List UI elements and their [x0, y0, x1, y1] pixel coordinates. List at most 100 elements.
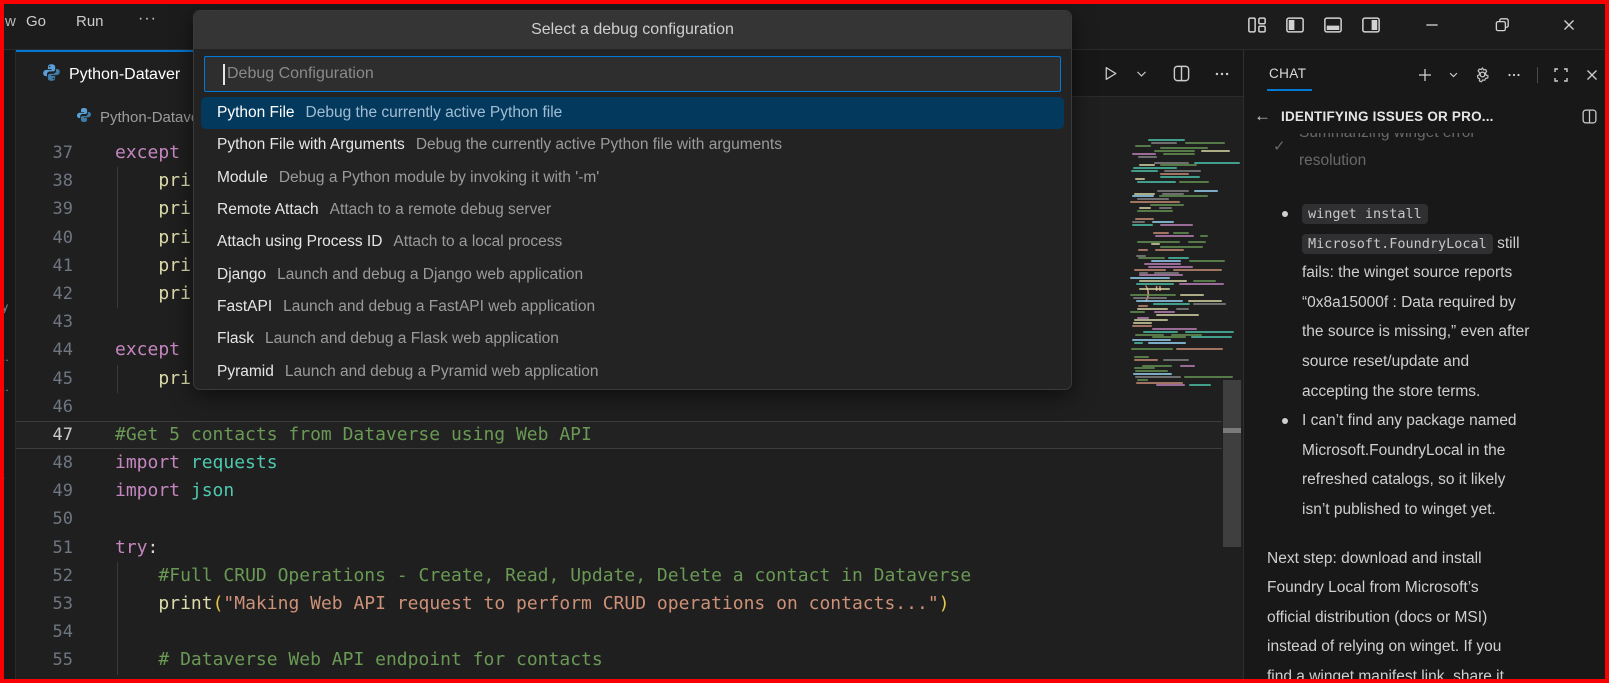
- scrollbar-slider[interactable]: [1223, 380, 1241, 547]
- toggle-panel-icon[interactable]: [1321, 13, 1345, 37]
- quickpick-list: Python FileDebug the currently active Py…: [194, 97, 1071, 388]
- code-line[interactable]: 47#Get 5 contacts from Dataverse using W…: [16, 421, 1128, 449]
- code-line[interactable]: 53print("Making Web API request to perfo…: [16, 590, 1128, 618]
- chat-text-line: isn’t published to winget yet.: [1302, 495, 1597, 525]
- minimap-line: [1185, 142, 1225, 144]
- minimap-line: [1176, 348, 1223, 350]
- minimap-line: [1133, 297, 1168, 299]
- minimap-line: [1153, 303, 1190, 305]
- quickpick-item[interactable]: ModuleDebug a Python module by invoking …: [201, 162, 1064, 194]
- quickpick-input[interactable]: Debug Configuration: [204, 56, 1061, 92]
- run-python-file-icon[interactable]: [1102, 65, 1119, 82]
- toggle-primary-sidebar-icon[interactable]: [1283, 13, 1307, 37]
- code-line[interactable]: 50: [16, 505, 1128, 533]
- line-number: 53: [16, 590, 73, 618]
- quickpick-item[interactable]: Remote AttachAttach to a remote debug se…: [201, 194, 1064, 226]
- new-chat-chevron-icon[interactable]: [1448, 69, 1459, 80]
- minimap-line: [1130, 277, 1170, 279]
- toggle-secondary-sidebar-icon[interactable]: [1359, 13, 1383, 37]
- code-line[interactable]: 46: [16, 393, 1128, 421]
- maximize-panel-icon[interactable]: [1553, 67, 1569, 83]
- chat-text-line: find a winget manifest link, share it: [1267, 662, 1597, 683]
- quickpick-item[interactable]: Python FileDebug the currently active Py…: [201, 97, 1064, 129]
- menu-run[interactable]: Run: [76, 13, 104, 30]
- quickpick-item[interactable]: Attach using Process IDAttach to a local…: [201, 226, 1064, 258]
- minimap-line: [1137, 317, 1149, 319]
- back-arrow-icon[interactable]: ←: [1254, 106, 1271, 126]
- code-line-text: pri: [73, 167, 191, 195]
- minimap-line: [1188, 300, 1222, 302]
- restore-window-icon[interactable]: [1490, 13, 1514, 37]
- quickpick-item-description: Launch and debug a Django web applicatio…: [277, 266, 583, 284]
- run-options-chevron-icon[interactable]: [1135, 67, 1148, 80]
- minimap-line: [1168, 257, 1189, 259]
- minimap-line: [1151, 243, 1160, 245]
- code-line-text: import json: [73, 477, 234, 505]
- divider: [1537, 67, 1538, 83]
- code-line[interactable]: 55# Dataverse Web API endpoint for conta…: [16, 646, 1128, 674]
- minimap-line: [1137, 181, 1176, 183]
- quickpick-item[interactable]: Python File with ArgumentsDebug the curr…: [201, 129, 1064, 161]
- editor-scrollbar[interactable]: [1221, 139, 1243, 679]
- minimap-line: [1160, 147, 1208, 149]
- minimap-line: [1135, 376, 1181, 378]
- close-window-icon[interactable]: [1557, 13, 1581, 37]
- customize-layout-icon[interactable]: [1245, 13, 1269, 37]
- editor-more-actions-icon[interactable]: [1213, 65, 1231, 83]
- quickpick-item[interactable]: PyramidLaunch and debug a Pyramid web ap…: [201, 355, 1064, 387]
- code-line[interactable]: 51try:: [16, 534, 1128, 562]
- minimap-line: [1135, 334, 1165, 336]
- split-editor-icon[interactable]: [1172, 64, 1191, 83]
- minimap-line: [1194, 190, 1218, 192]
- quickpick-item-description: Attach to a remote debug server: [330, 201, 551, 219]
- minimap-line: [1179, 283, 1224, 285]
- code-line[interactable]: 48import requests: [16, 449, 1128, 477]
- chat-text-line: source reset/update and: [1302, 347, 1597, 377]
- minimap-line: [1138, 156, 1157, 158]
- new-chat-icon[interactable]: [1417, 67, 1433, 83]
- chat-more-actions-icon[interactable]: [1506, 67, 1522, 83]
- quickpick-item-label: Module: [217, 169, 268, 187]
- quickpick-placeholder: Debug Configuration: [227, 57, 374, 91]
- tab-chat[interactable]: CHAT: [1269, 66, 1306, 83]
- text-caret: [223, 64, 225, 85]
- chat-settings-gear-icon[interactable]: [1474, 66, 1491, 83]
- quickpick-item[interactable]: DjangoLaunch and debug a Django web appl…: [201, 258, 1064, 290]
- python-file-icon: [42, 63, 61, 87]
- code-line-text: [73, 393, 115, 421]
- minimap-line: [1160, 176, 1201, 178]
- line-number: 39: [16, 195, 73, 223]
- open-session-in-editor-icon[interactable]: [1581, 108, 1598, 125]
- minimap-line: [1163, 359, 1189, 361]
- minimap[interactable]: [1128, 139, 1223, 389]
- line-number: 51: [16, 534, 73, 562]
- minimap-line: [1176, 308, 1189, 310]
- chat-panel: ✓Summarizing winget errorresolutionwinge…: [1243, 50, 1609, 683]
- quickpick-item-description: Launch and debug a FastAPI web applicati…: [283, 298, 595, 316]
- line-number: 44: [16, 336, 73, 364]
- code-line[interactable]: 54: [16, 618, 1128, 646]
- minimap-line: [1159, 207, 1172, 209]
- menu-overflow-button[interactable]: ···: [138, 10, 157, 28]
- quickpick-item-label: Pyramid: [217, 363, 274, 381]
- code-line[interactable]: 49import json: [16, 477, 1128, 505]
- quickpick-item[interactable]: FlaskLaunch and debug a Flask web applic…: [201, 323, 1064, 355]
- menu-go[interactable]: Go: [26, 13, 46, 30]
- minimap-line: [1134, 342, 1143, 344]
- code-line[interactable]: 52#Full CRUD Operations - Create, Read, …: [16, 562, 1128, 590]
- quickpick-item[interactable]: FastAPILaunch and debug a FastAPI web ap…: [201, 291, 1064, 323]
- close-chat-icon[interactable]: [1584, 67, 1600, 83]
- line-number: 41: [16, 252, 73, 280]
- chat-bullet-list: winget installMicrosoft.FoundryLocal sti…: [1267, 199, 1597, 525]
- clipped-edge-fragment: .: [2, 468, 5, 482]
- chat-text-line: “0x8a15000f : Data required by: [1302, 288, 1597, 318]
- minimap-line: [1148, 139, 1184, 141]
- minimap-line: [1134, 269, 1166, 271]
- tab-label: Python-Dataver: [69, 66, 180, 84]
- chat-session-title: IDENTIFYING ISSUES OR PRO...: [1281, 109, 1581, 124]
- minimap-line: [1137, 210, 1173, 212]
- minimize-window-icon[interactable]: [1420, 13, 1444, 37]
- minimap-line: [1133, 167, 1177, 169]
- code-line-text: [73, 618, 158, 646]
- code-line-text: pri: [73, 224, 191, 252]
